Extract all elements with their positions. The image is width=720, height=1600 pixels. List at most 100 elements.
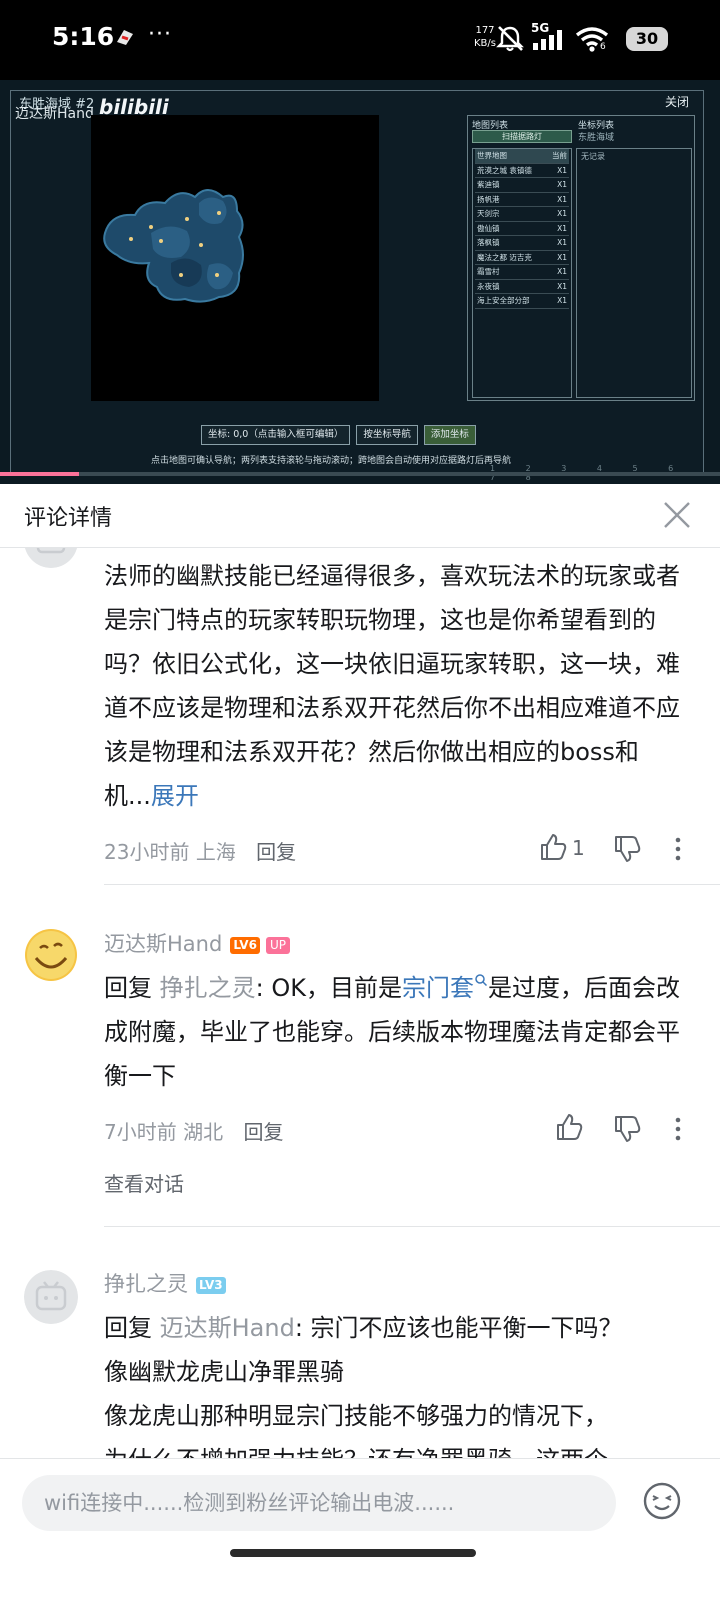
comment-author[interactable]: 挣扎之灵 LV3 bbox=[104, 1268, 226, 1298]
uploader-watermark: 迈达斯Hand bbox=[15, 106, 94, 122]
coord-toolbar: 坐标: 0,0（点击输入框可编辑） 按坐标导航 添加坐标 bbox=[201, 425, 476, 445]
map-item-tag: X1 bbox=[557, 238, 567, 248]
reply-button[interactable]: 回复 bbox=[243, 1120, 283, 1144]
comment-text: : 宗门不应该也能平衡一下吗？ bbox=[294, 1314, 623, 1342]
view-conversation-link[interactable]: 查看对话 bbox=[104, 1168, 184, 1197]
map-list-item: 永夜镇 X1 bbox=[475, 280, 569, 294]
comment-body: 法师的幽默技能已经逼得很多，喜欢玩法术的玩家或者是宗门特点的玩家转职玩物理，这也… bbox=[104, 554, 684, 818]
map-item-tag: X1 bbox=[557, 209, 567, 219]
scan-lamp-button: 扫描据路灯 bbox=[472, 130, 572, 143]
comment-input[interactable]: wifi连接中......检测到粉丝评论输出电波...... bbox=[22, 1475, 616, 1531]
notification-app-icon bbox=[117, 30, 133, 45]
clock: 5:16 bbox=[52, 22, 115, 51]
comment-line: 为什么不增加强力技能？还有净罪黑骑，这两个 bbox=[104, 1438, 694, 1458]
reply-button[interactable]: 回复 bbox=[256, 840, 296, 864]
mute-bell-icon bbox=[496, 26, 524, 52]
thumbs-up-icon[interactable] bbox=[538, 832, 568, 862]
map-item-name: 傲仙镇 bbox=[477, 223, 500, 233]
close-icon[interactable] bbox=[662, 500, 692, 530]
comment-text: : OK，目前是 bbox=[255, 974, 402, 1002]
map-list-item: 傲仙镇 X1 bbox=[475, 222, 569, 236]
map-item-name: 永夜镇 bbox=[477, 281, 500, 291]
avatar[interactable] bbox=[24, 548, 78, 568]
comment-time: 23小时前 bbox=[104, 840, 190, 864]
battery-indicator: 30 bbox=[626, 27, 668, 51]
avatar[interactable] bbox=[24, 1270, 78, 1324]
coord-list-subtitle: 东胜海域 bbox=[578, 133, 615, 143]
comment-meta: 7小时前 湖北 回复 bbox=[104, 1116, 283, 1145]
video-progress-bar[interactable] bbox=[0, 472, 720, 476]
reply-prefix: 回复 bbox=[104, 1314, 152, 1342]
comment-text: 法师的幽默技能已经逼得很多，喜欢玩法术的玩家或者是宗门特点的玩家转职玩物理，这也… bbox=[104, 562, 680, 810]
map-item-name: 天剑宗 bbox=[477, 209, 500, 219]
add-coord-button: 添加坐标 bbox=[423, 425, 476, 445]
map-item-name: 落枫镇 bbox=[477, 238, 500, 248]
keyword-link[interactable]: 宗门套 bbox=[402, 974, 488, 1002]
map-list-item: 落枫镇 X1 bbox=[475, 236, 569, 251]
username[interactable]: 挣扎之灵 bbox=[104, 1272, 188, 1296]
thumbs-up-icon[interactable] bbox=[554, 1112, 584, 1142]
comment-body: 回复 迈达斯Hand: 宗门不应该也能平衡一下吗？ 像幽默龙虎山净罪黑骑 像龙虎… bbox=[104, 1306, 694, 1458]
username[interactable]: 迈达斯Hand bbox=[104, 932, 222, 956]
video-progress-fill bbox=[0, 472, 80, 476]
map-item-name: 扬帆港 bbox=[477, 194, 500, 204]
search-icon bbox=[475, 974, 488, 987]
thumbs-down-icon[interactable] bbox=[612, 1114, 642, 1144]
map-list-item: 魔法之都 迈吉克 X1 bbox=[475, 251, 569, 265]
more-options-icon[interactable] bbox=[668, 834, 688, 864]
map-item-tag: X1 bbox=[557, 296, 567, 306]
map-list: 世界地图 当前 荒漠之城 袁镇德 X1 紫迪镇 X1 扬帆港 X1 天剑宗 X1 傲仙镇 X1 落枫镇 X… bbox=[472, 148, 572, 398]
map-item-tag: 当前 bbox=[552, 151, 567, 161]
user-level-badge: LV3 bbox=[196, 1276, 226, 1294]
avatar[interactable] bbox=[24, 928, 78, 982]
expand-link[interactable]: 展开 bbox=[151, 782, 199, 810]
island-map-graphic bbox=[103, 189, 244, 303]
home-indicator[interactable] bbox=[230, 1549, 476, 1557]
comment-location: 湖北 bbox=[183, 1120, 224, 1144]
map-list-item: 紫迪镇 X1 bbox=[475, 178, 569, 193]
reply-prefix: 回复 bbox=[104, 974, 152, 1002]
game-map-canvas bbox=[91, 115, 379, 401]
map-item-tag: X1 bbox=[557, 165, 567, 175]
comment-author[interactable]: 迈达斯Hand LV6 UP bbox=[104, 928, 290, 958]
more-notifications-icon: ··· bbox=[148, 22, 172, 47]
reply-mention[interactable]: 迈达斯Hand bbox=[160, 1314, 295, 1342]
map-list-item: 天剑宗 X1 bbox=[475, 207, 569, 222]
comment-location: 上海 bbox=[195, 840, 236, 864]
game-close-button: 关闭 bbox=[664, 95, 689, 109]
up-badge: UP bbox=[265, 936, 290, 954]
map-side-panel: 地图列表 坐标列表 东胜海域 扫描据路灯 世界地图 当前 荒漠之城 袁镇德 X1 紫迪镇… bbox=[467, 115, 695, 401]
video-player[interactable]: 东胜海域 #2 迈达斯Hand bilibili 关闭 地图列表 坐标列表 东胜… bbox=[0, 80, 720, 484]
map-item-tag: X1 bbox=[557, 194, 567, 204]
comment-detail-header: 评论详情 bbox=[0, 484, 720, 548]
more-options-icon[interactable] bbox=[668, 1114, 688, 1144]
keyword-text: 宗门套 bbox=[401, 974, 474, 1002]
map-list-item: 海上安全部分部 X1 bbox=[475, 294, 569, 309]
emoji-icon[interactable] bbox=[642, 1481, 682, 1521]
map-list-item: 荒漠之城 袁镇德 X1 bbox=[475, 164, 569, 178]
comment-line: 像幽默龙虎山净罪黑骑 bbox=[104, 1358, 344, 1386]
comment-divider bbox=[104, 884, 720, 885]
map-list-item: 霜雪村 X1 bbox=[475, 265, 569, 280]
map-item-name: 海上安全部分部 bbox=[477, 296, 530, 306]
map-item-tag: X1 bbox=[557, 223, 567, 233]
coord-list: 无记录 bbox=[576, 148, 692, 398]
comment-line: 回复 迈达斯Hand: 宗门不应该也能平衡一下吗？ bbox=[104, 1306, 694, 1350]
map-list-item: 扬帆港 X1 bbox=[475, 193, 569, 207]
status-bar: 5:16 ··· 177 KB/s 5G 6 30 bbox=[0, 0, 720, 80]
map-item-tag: X1 bbox=[557, 281, 567, 291]
comment-input-bar: wifi连接中......检测到粉丝评论输出电波...... bbox=[0, 1458, 720, 1600]
reply-mention[interactable]: 挣扎之灵 bbox=[160, 974, 256, 1002]
comment-time: 7小时前 bbox=[104, 1120, 177, 1144]
user-level-badge: LV6 bbox=[230, 936, 260, 954]
map-item-tag: X1 bbox=[557, 252, 567, 262]
comment-divider bbox=[104, 1226, 720, 1227]
comment-list[interactable]: 法师的幽默技能已经逼得很多，喜欢玩法术的玩家或者是宗门特点的玩家转职玩物理，这也… bbox=[0, 548, 720, 1458]
map-item-tag: X1 bbox=[557, 267, 567, 277]
comment-body: 回复 挣扎之灵: OK，目前是宗门套 是过度，后面会改成附魔，毕业了也能穿。后续版… bbox=[104, 966, 684, 1098]
map-item-name: 荒漠之城 袁镇德 bbox=[477, 165, 532, 175]
comment-line: 像龙虎山那种明显宗门技能不够强力的情况下， bbox=[104, 1402, 608, 1430]
thumbs-down-icon[interactable] bbox=[612, 834, 642, 864]
map-item-name: 霜雪村 bbox=[477, 267, 500, 277]
wifi-level: 6 bbox=[600, 42, 606, 52]
